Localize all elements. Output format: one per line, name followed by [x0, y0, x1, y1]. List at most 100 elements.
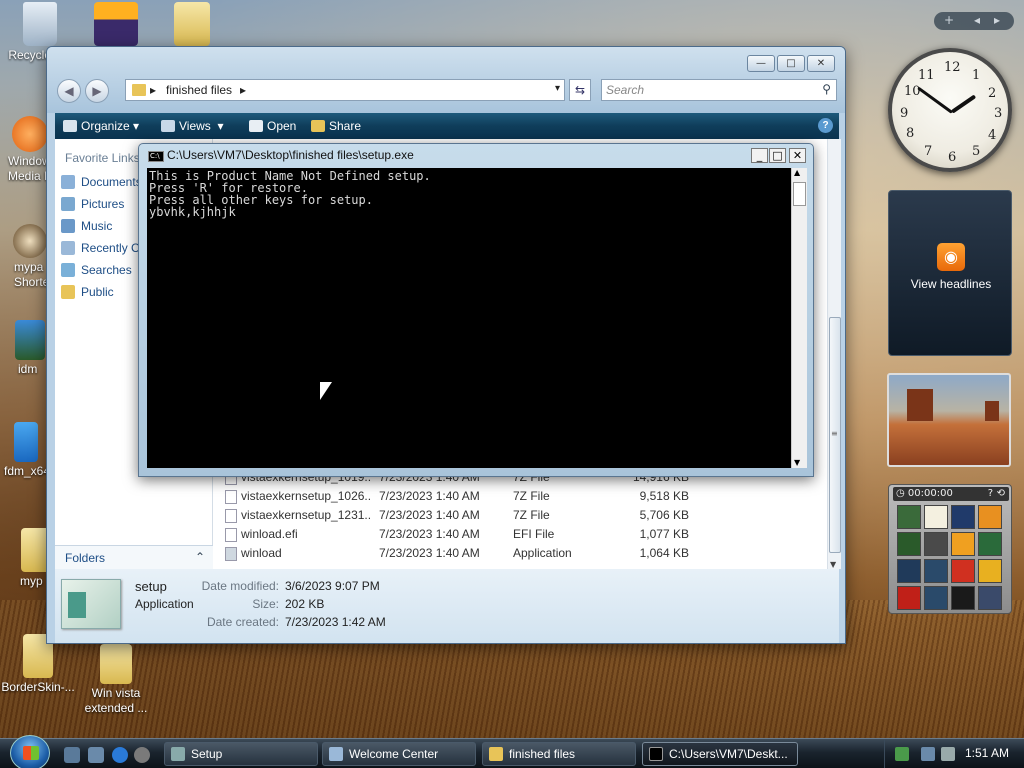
organize-button[interactable]: Organize ▾ [63, 117, 139, 135]
show-desktop-icon[interactable] [64, 747, 80, 763]
share-button[interactable]: Share [311, 117, 361, 135]
taskbar-clock[interactable]: 1:51 AM [965, 746, 1009, 760]
refresh-button[interactable]: ⇆ [569, 79, 591, 101]
taskbar-button-welcome-center[interactable]: Welcome Center [322, 742, 476, 766]
maximize-button[interactable]: □ [777, 55, 805, 72]
file-type: Application [513, 546, 572, 560]
nav-link-searches[interactable]: Searches [61, 261, 132, 279]
console-close-button[interactable]: ✕ [789, 148, 806, 163]
table-row[interactable]: vistaexkernsetup_1026... 7/23/2023 1:40 … [225, 487, 825, 506]
puzzle-tile[interactable] [924, 586, 948, 610]
puzzle-tile[interactable] [978, 559, 1002, 583]
taskbar-button-setup[interactable]: Setup [164, 742, 318, 766]
windows-logo-icon [23, 746, 39, 760]
desktop-icon-app[interactable] [76, 2, 156, 48]
puzzle-tile[interactable] [951, 559, 975, 583]
public-folder-icon [61, 285, 75, 299]
app-box-icon [94, 2, 138, 46]
back-button[interactable]: ◀ [57, 79, 81, 103]
slideshow-gadget[interactable] [887, 373, 1011, 467]
open-button[interactable]: Open [249, 117, 296, 135]
close-button[interactable]: ✕ [807, 55, 835, 72]
puzzle-tile[interactable] [978, 505, 1002, 529]
clock-gadget[interactable]: 12 1 2 3 4 5 6 7 8 9 10 11 [888, 48, 1012, 172]
display-tray-icon[interactable] [921, 747, 935, 761]
nav-link-recently-changed[interactable]: Recently C [61, 239, 140, 257]
console-maximize-button[interactable]: □ [769, 148, 786, 163]
puzzle-tile[interactable] [978, 532, 1002, 556]
view-headlines-label[interactable]: View headlines [889, 277, 1013, 291]
console-scrollbar[interactable]: ▲ ▼ [791, 168, 807, 468]
scroll-down-icon[interactable]: ▼ [794, 458, 800, 467]
puzzle-shuffle-icon[interactable]: ⟲ [997, 487, 1005, 501]
file-date: 7/23/2023 1:40 AM [379, 546, 480, 560]
application-icon [225, 547, 237, 561]
address-dropdown-icon[interactable]: ▾ [555, 83, 560, 94]
scroll-up-icon[interactable]: ▲ [794, 168, 800, 177]
console-output[interactable]: This is Product Name Not Defined setup. … [147, 168, 791, 468]
puzzle-tile[interactable] [924, 532, 948, 556]
file-type: EFI File [513, 527, 555, 541]
console-window: C:\ C:\Users\VM7\Desktop\finished files\… [138, 143, 814, 477]
app-quicklaunch-icon[interactable] [134, 747, 150, 763]
taskbar-button-finished-files[interactable]: finished files [482, 742, 636, 766]
puzzle-tile[interactable] [897, 559, 921, 583]
search-icon[interactable]: ⚲ [822, 82, 831, 96]
file-date: 7/23/2023 1:40 AM [379, 527, 480, 541]
scrollbar-thumb[interactable] [793, 182, 806, 206]
add-gadget-button[interactable]: + [944, 13, 954, 27]
file-icon [225, 490, 237, 504]
start-button[interactable] [10, 735, 50, 768]
puzzle-tile[interactable] [897, 586, 921, 610]
file-name: vistaexkernsetup_1026... [241, 489, 371, 503]
pictures-icon [61, 197, 75, 211]
desktop-icon-folder[interactable] [152, 2, 232, 48]
desktop-icon-label: idm [18, 362, 38, 376]
taskbar-button-console[interactable]: C:\Users\VM7\Deskt... [642, 742, 798, 766]
puzzle-tile[interactable] [924, 505, 948, 529]
clock-number: 7 [924, 144, 933, 159]
minimize-button[interactable]: — [747, 55, 775, 72]
picture-puzzle-gadget: ◷ 00:00:00? ⟲ [888, 484, 1012, 614]
puzzle-tile[interactable] [951, 532, 975, 556]
previous-page-icon[interactable]: ◂ [974, 13, 980, 27]
puzzle-tile[interactable] [951, 505, 975, 529]
folders-toggle[interactable]: Folders ⌃ [55, 545, 213, 569]
console-title: C:\Users\VM7\Desktop\finished files\setu… [167, 148, 414, 162]
nav-link-music[interactable]: Music [61, 217, 112, 235]
feed-headlines-gadget[interactable]: ◉ View headlines [888, 190, 1012, 356]
puzzle-tile[interactable] [897, 532, 921, 556]
nav-link-documents[interactable]: Documents [61, 173, 142, 191]
network-tray-icon[interactable] [895, 747, 909, 761]
next-page-icon[interactable]: ▸ [994, 13, 1000, 27]
console-minimize-button[interactable]: _ [751, 148, 768, 163]
address-bar[interactable]: ▸ finished files ▸ ▾ [125, 79, 565, 101]
volume-muted-icon[interactable] [941, 747, 955, 761]
open-icon [249, 120, 263, 132]
breadcrumb-arrow-icon[interactable]: ▸ [240, 83, 246, 97]
nav-link-public[interactable]: Public [61, 283, 114, 301]
breadcrumb[interactable]: finished files [166, 83, 232, 97]
help-icon[interactable]: ? [818, 118, 833, 133]
organize-icon [63, 120, 77, 132]
puzzle-tile[interactable] [924, 559, 948, 583]
search-input[interactable]: Search ⚲ [601, 79, 837, 101]
file-list-scrollbar[interactable]: ≡ ▼ [827, 139, 841, 569]
table-row[interactable]: vistaexkernsetup_1231... 7/23/2023 1:40 … [225, 506, 825, 525]
table-row[interactable]: winload.efi 7/23/2023 1:40 AM EFI File 1… [225, 525, 825, 544]
nav-link-pictures[interactable]: Pictures [61, 195, 124, 213]
forward-button[interactable]: ▶ [85, 79, 109, 103]
internet-explorer-icon[interactable] [112, 747, 128, 763]
table-row[interactable]: winload 7/23/2023 1:40 AM Application 1,… [225, 544, 825, 563]
scroll-down-icon[interactable]: ▼ [830, 560, 836, 569]
puzzle-tile[interactable] [978, 586, 1002, 610]
folder-icon [174, 2, 210, 46]
file-icon [225, 528, 237, 542]
switch-windows-icon[interactable] [88, 747, 104, 763]
puzzle-help-icon[interactable]: ? [988, 487, 993, 501]
puzzle-tile[interactable] [897, 505, 921, 529]
clock-number: 8 [906, 126, 915, 141]
puzzle-tile[interactable] [951, 586, 975, 610]
views-button[interactable]: Views ▾ [161, 117, 224, 135]
desktop-icon-win-vista-extended[interactable]: Win vista extended ... [76, 644, 156, 716]
